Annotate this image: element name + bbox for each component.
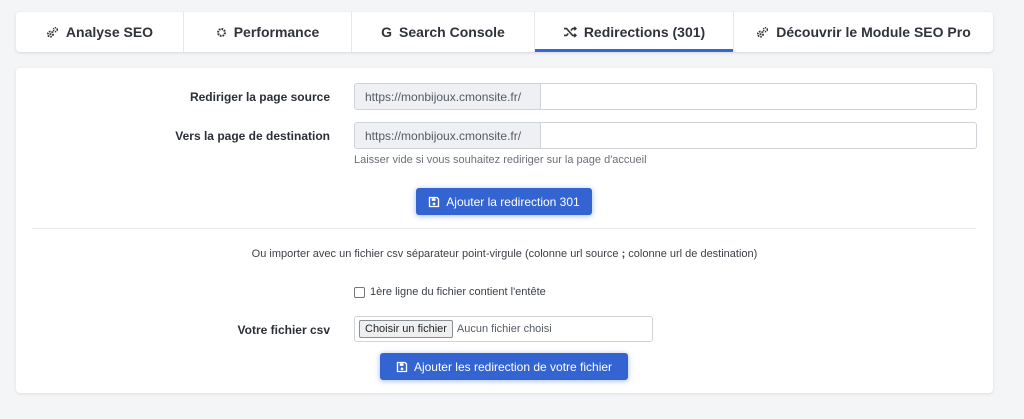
header-row-option: 1ère ligne du fichier contient l'entête (354, 286, 546, 298)
tab-performance[interactable]: Performance (184, 12, 352, 52)
divider (32, 228, 976, 229)
tab-label: Découvrir le Module SEO Pro (776, 24, 971, 40)
gears-icon (756, 26, 769, 39)
google-g-icon: G (381, 24, 393, 40)
save-icon (428, 196, 440, 208)
csv-file-input[interactable]: Choisir un fichier Aucun fichier choisi (354, 316, 653, 342)
add-redirection-label: Ajouter la redirection 301 (446, 194, 580, 209)
destination-page-label: Vers la page de destination (175, 129, 330, 143)
shuffle-icon (563, 26, 577, 38)
tab-label: Performance (233, 24, 320, 40)
add-redirection-button[interactable]: Ajouter la redirection 301 (416, 188, 592, 215)
tab-bar: Analyse SEO Performance G Search Console… (16, 12, 993, 52)
source-url-group: https://monbijoux.cmonsite.fr/ (354, 83, 977, 110)
source-url-input[interactable] (540, 83, 977, 110)
destination-url-prefix: https://monbijoux.cmonsite.fr/ (354, 122, 540, 149)
tab-label: Redirections (301) (583, 24, 706, 40)
csv-import-instructions: Ou importer avec un fichier csv séparate… (251, 248, 758, 260)
tab-label: Search Console (399, 24, 505, 40)
tab-module-seo-pro[interactable]: Découvrir le Module SEO Pro (734, 12, 993, 52)
gears-icon (46, 26, 59, 39)
tab-search-console[interactable]: G Search Console (352, 12, 535, 52)
source-url-prefix: https://monbijoux.cmonsite.fr/ (354, 83, 540, 110)
destination-url-group: https://monbijoux.cmonsite.fr/ (354, 122, 977, 149)
tab-label: Analyse SEO (65, 24, 154, 40)
destination-help-text: Laisser vide si vous souhaitez rediriger… (354, 154, 647, 166)
redirection-form-card: Rediriger la page source https://monbijo… (16, 68, 993, 393)
import-file-button[interactable]: Ajouter les redirection de votre fichier (380, 353, 628, 380)
source-page-label: Rediriger la page source (189, 90, 330, 104)
choose-file-button[interactable]: Choisir un fichier (359, 320, 453, 338)
file-status-text: Aucun fichier choisi (456, 323, 552, 335)
csv-file-label: Votre fichier csv (237, 323, 330, 337)
gear-icon (216, 27, 227, 38)
header-row-checkbox[interactable] (354, 286, 365, 298)
tab-analyse-seo[interactable]: Analyse SEO (16, 12, 184, 52)
save-icon (396, 361, 408, 373)
header-row-checkbox-label: 1ère ligne du fichier contient l'entête (370, 286, 546, 298)
tab-redirections[interactable]: Redirections (301) (535, 12, 734, 52)
import-file-label: Ajouter les redirection de votre fichier (413, 359, 613, 374)
destination-url-input[interactable] (540, 122, 977, 149)
